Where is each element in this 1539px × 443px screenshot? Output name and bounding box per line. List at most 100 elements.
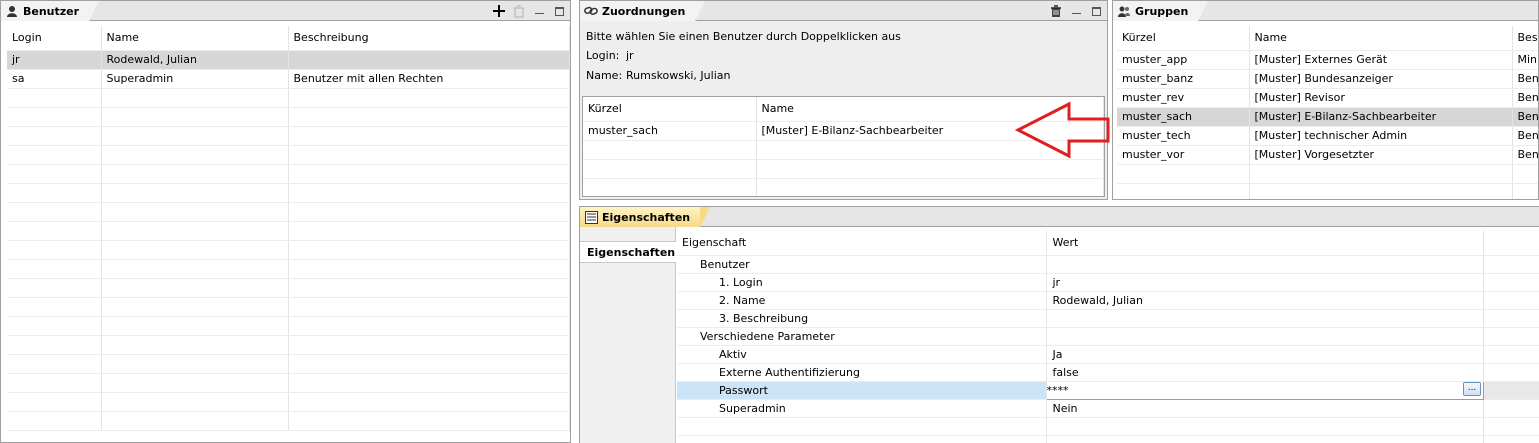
- column-header-beschreibung[interactable]: Beschreibung: [288, 26, 570, 51]
- cell-kuerzel: muster_vor: [1117, 145, 1250, 165]
- tab-gruppen[interactable]: Gruppen: [1113, 1, 1209, 21]
- property-label: Benutzer: [677, 255, 1047, 274]
- eigenschaften-tabbar: Eigenschaften: [580, 207, 1539, 227]
- maximize-icon[interactable]: [1089, 4, 1103, 18]
- tab-zuordnungen-label: Zuordnungen: [602, 4, 686, 18]
- tab-benutzer-label: Benutzer: [23, 4, 80, 18]
- property-value[interactable]: jr: [1046, 273, 1484, 292]
- benutzer-panel: Benutzer Login Name Beschreibung jr Rode…: [0, 0, 571, 443]
- table-row[interactable]: muster_sach [Muster] E-Bilanz-Sachbearbe…: [1117, 107, 1538, 127]
- property-label: Aktiv: [677, 345, 1047, 364]
- group-icon: [1117, 4, 1131, 18]
- property-row[interactable]: Aktiv Ja: [677, 345, 1539, 364]
- property-value[interactable]: [1046, 309, 1484, 328]
- column-header-wert[interactable]: Wert: [1046, 231, 1484, 256]
- gruppen-header-row: Kürzel Name Besc: [1117, 26, 1538, 51]
- property-category-row[interactable]: Verschiedene Parameter: [677, 327, 1539, 346]
- property-row-selected[interactable]: Passwort ****: [677, 380, 1539, 400]
- empty-row: [7, 316, 570, 336]
- empty-row: [7, 354, 570, 374]
- trash-icon[interactable]: [1049, 4, 1063, 18]
- property-row[interactable]: 1. Login jr: [677, 273, 1539, 292]
- column-header-name[interactable]: Name: [101, 26, 289, 51]
- login-label: Login:: [586, 49, 620, 62]
- cell-desc: Ben: [1512, 88, 1538, 108]
- tab-benutzer[interactable]: Benutzer: [1, 1, 100, 21]
- empty-row: [677, 435, 1539, 443]
- empty-row: [583, 178, 1104, 196]
- tab-gruppen-label: Gruppen: [1135, 4, 1189, 18]
- property-category-row[interactable]: Benutzer: [677, 255, 1539, 274]
- benutzer-table: Login Name Beschreibung jr Rodewald, Jul…: [7, 26, 570, 431]
- property-label: Passwort: [677, 381, 1047, 400]
- maximize-icon[interactable]: [552, 4, 566, 18]
- table-row[interactable]: muster_banz [Muster] Bundesanzeiger Ben: [1117, 69, 1538, 89]
- empty-row: [7, 164, 570, 184]
- table-row[interactable]: muster_app [Muster] Externes Gerät Min: [1117, 50, 1538, 70]
- column-header-name[interactable]: Name: [1249, 26, 1513, 51]
- gruppen-panel: Gruppen Kürzel Name Besc muster_app [Mus…: [1112, 0, 1539, 200]
- cell-desc: Min: [1512, 50, 1538, 70]
- empty-row: [7, 240, 570, 260]
- column-header-eigenschaft[interactable]: Eigenschaft: [677, 231, 1047, 256]
- side-tab-eigenschaften[interactable]: Eigenschaften: [580, 241, 676, 263]
- empty-row: [7, 259, 570, 279]
- plus-icon[interactable]: [492, 4, 506, 18]
- empty-row: [7, 278, 570, 298]
- cell-name: [Muster] Vorgesetzter: [1249, 145, 1513, 165]
- column-header-kuerzel[interactable]: Kürzel: [583, 97, 757, 122]
- cell-beschreibung: [288, 50, 570, 70]
- cell-login: jr: [7, 50, 102, 70]
- property-value[interactable]: Ja: [1046, 345, 1484, 364]
- column-header-kuerzel[interactable]: Kürzel: [1117, 26, 1250, 51]
- user-icon: [5, 4, 19, 18]
- empty-row: [7, 297, 570, 317]
- table-row[interactable]: muster_vor [Muster] Vorgesetzter Ben: [1117, 145, 1538, 165]
- column-header-login[interactable]: Login: [7, 26, 102, 51]
- tab-zuordnungen[interactable]: Zuordnungen: [580, 1, 706, 21]
- cell-name: [Muster] Externes Gerät: [1249, 50, 1513, 70]
- tab-eigenschaften[interactable]: Eigenschaften: [580, 207, 711, 227]
- table-row[interactable]: muster_tech [Muster] technischer Admin B…: [1117, 126, 1538, 146]
- property-value[interactable]: false: [1046, 363, 1484, 382]
- tab-eigenschaften-label: Eigenschaften: [602, 210, 691, 224]
- empty-row: [7, 126, 570, 146]
- table-row[interactable]: jr Rodewald, Julian: [7, 50, 570, 70]
- properties-icon: [584, 210, 598, 224]
- property-value[interactable]: Rodewald, Julian: [1046, 291, 1484, 310]
- property-row[interactable]: Externe Authentifizierung false: [677, 363, 1539, 382]
- property-label: Superadmin: [677, 399, 1047, 418]
- password-edit-button[interactable]: ...: [1463, 382, 1481, 396]
- cell-login: sa: [7, 69, 102, 89]
- minimize-icon[interactable]: [532, 4, 546, 18]
- password-field[interactable]: ****: [1045, 380, 1484, 400]
- trash-icon[interactable]: [512, 4, 526, 18]
- zuordnungen-hint: Bitte wählen Sie einen Benutzer durch Do…: [586, 30, 901, 43]
- property-row[interactable]: 3. Beschreibung: [677, 309, 1539, 328]
- column-header-extra: [1483, 231, 1539, 256]
- column-header-beschreibung[interactable]: Besc: [1512, 26, 1538, 51]
- cell-name: Rodewald, Julian: [101, 50, 289, 70]
- zuordnungen-toolbar: [1049, 1, 1103, 21]
- empty-row: [7, 202, 570, 222]
- minimize-icon[interactable]: [1069, 4, 1083, 18]
- gruppen-tabbar: Gruppen: [1113, 1, 1538, 21]
- cell-name: Superadmin: [101, 69, 289, 89]
- property-row[interactable]: 2. Name Rodewald, Julian: [677, 291, 1539, 310]
- cell-name: [Muster] Bundesanzeiger: [1249, 69, 1513, 89]
- eigenschaften-table: Eigenschaft Wert Benutzer 1. Login jr 2.…: [677, 231, 1539, 443]
- property-value[interactable]: Nein: [1046, 399, 1484, 418]
- empty-row: [583, 159, 1104, 179]
- empty-row: [1117, 183, 1538, 199]
- link-icon: [584, 4, 598, 18]
- cell-name: [Muster] technischer Admin: [1249, 126, 1513, 146]
- table-row[interactable]: muster_rev [Muster] Revisor Ben: [1117, 88, 1538, 108]
- property-row[interactable]: Superadmin Nein: [677, 399, 1539, 418]
- cell-kuerzel: muster_app: [1117, 50, 1250, 70]
- property-label: 2. Name: [677, 291, 1047, 310]
- empty-row: [7, 411, 570, 431]
- gruppen-table: Kürzel Name Besc muster_app [Muster] Ext…: [1117, 26, 1538, 199]
- property-value: [1046, 255, 1484, 274]
- table-row[interactable]: sa Superadmin Benutzer mit allen Rechten: [7, 69, 570, 89]
- cell-desc: Ben: [1512, 69, 1538, 89]
